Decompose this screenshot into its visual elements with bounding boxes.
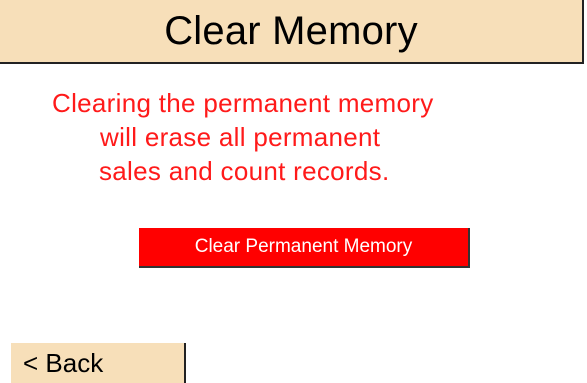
- page-title: Clear Memory: [164, 9, 418, 53]
- warning-line-3: sales and count records.: [99, 156, 390, 186]
- clear-permanent-memory-button[interactable]: Clear Permanent Memory: [139, 228, 470, 268]
- title-bar: Clear Memory: [0, 0, 584, 64]
- warning-line-2: will erase all permanent: [100, 122, 381, 152]
- back-button[interactable]: < Back: [11, 343, 186, 383]
- clear-memory-screen: Clear Memory Clearing the permanent memo…: [0, 0, 587, 383]
- warning-line-1: Clearing the permanent memory: [52, 88, 434, 118]
